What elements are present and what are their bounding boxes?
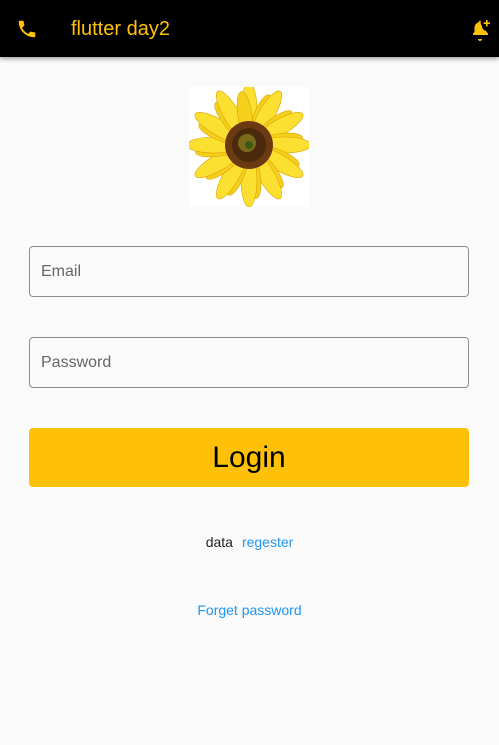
- phone-icon[interactable]: [16, 18, 38, 40]
- register-link[interactable]: regester: [242, 534, 293, 550]
- sunflower-logo: [189, 87, 309, 207]
- register-row: data regester: [0, 533, 499, 551]
- notification-add-icon[interactable]: [468, 18, 492, 42]
- app-title: flutter day2: [71, 18, 170, 40]
- password-field[interactable]: [29, 337, 469, 388]
- forgot-password-link[interactable]: Forget password: [0, 601, 499, 619]
- app-bar: flutter day2: [0, 0, 499, 57]
- login-button[interactable]: Login: [29, 428, 469, 487]
- email-field[interactable]: [29, 246, 469, 297]
- register-prefix-text: data: [205, 534, 233, 550]
